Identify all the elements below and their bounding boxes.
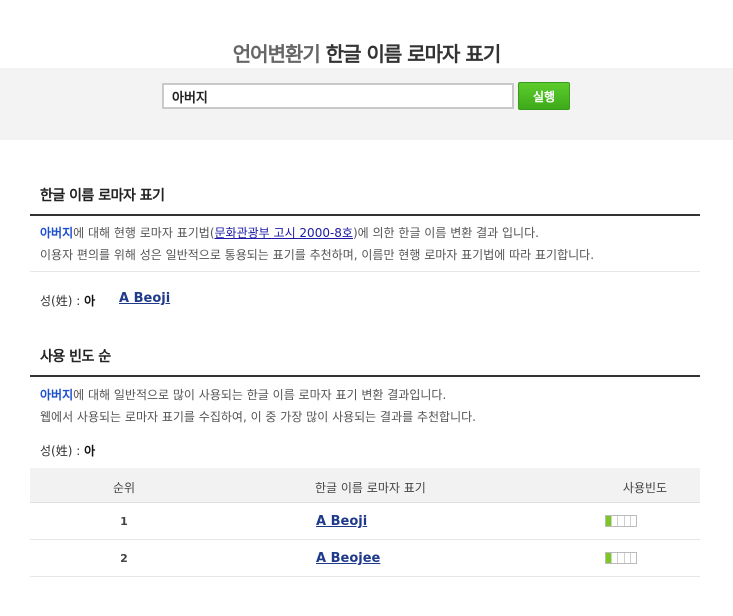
rank-cell: 1 [120, 515, 128, 528]
search-input[interactable] [162, 83, 514, 109]
section-title-frequency: 사용 빈도 순 [30, 346, 700, 377]
run-button[interactable]: 실행 [518, 82, 570, 110]
surname-label: 성(姓) : [40, 294, 85, 308]
section2-line1: 아버지에 대해 일반적으로 많이 사용되는 한글 이름 로마자 표기 변환 결과… [40, 384, 700, 406]
frequency-table: 순위 한글 이름 로마자 표기 사용빈도 1 A Beoji 2 A Beoje… [30, 468, 700, 577]
section1-line1: 아버지에 대해 현행 로마자 표기법(문화관광부 고시 2000-8호)에 의한… [40, 222, 700, 244]
section-title-romanization: 한글 이름 로마자 표기 [30, 185, 700, 216]
surname-row: 성(姓) : 아 [40, 442, 95, 459]
romanization-link[interactable]: A Beoji [316, 514, 367, 529]
regulation-link[interactable]: 문화관광부 고시 2000-8호 [215, 226, 353, 240]
table-row: 2 A Beojee [30, 540, 700, 577]
divider [30, 271, 700, 272]
frequency-bar [605, 552, 637, 564]
page-title-main: 한글 이름 로마자 표기 [325, 42, 501, 66]
section2-line2: 웹에서 사용되는 로마자 표기를 수집하여, 이 중 가장 많이 사용되는 결과… [40, 410, 476, 424]
header-rank: 순위 [112, 481, 136, 495]
section1-line2: 이용자 편의를 위해 성은 일반적으로 통용되는 표기를 추천하며, 이름만 현… [40, 248, 595, 262]
header-frequency: 사용빈도 [622, 481, 668, 495]
input-name-highlight: 아버지 [40, 226, 74, 240]
romanization-link[interactable]: A Beojee [316, 551, 380, 566]
surname-row: 성(姓) : 아 [40, 292, 95, 309]
frequency-segment [630, 516, 637, 526]
page-title: 언어변환기 한글 이름 로마자 표기 [0, 38, 733, 67]
romanization-result-link[interactable]: A Beoji [119, 291, 170, 306]
frequency-bar [605, 515, 637, 527]
section2-description: 아버지에 대해 일반적으로 많이 사용되는 한글 이름 로마자 표기 변환 결과… [30, 384, 700, 428]
surname-value: 아 [84, 294, 96, 308]
table-row: 1 A Beoji [30, 503, 700, 540]
table-header: 순위 한글 이름 로마자 표기 사용빈도 [30, 468, 700, 503]
surname-label: 성(姓) : [40, 444, 85, 458]
section1-description: 아버지에 대해 현행 로마자 표기법(문화관광부 고시 2000-8호)에 의한… [30, 222, 700, 266]
header-romanization: 한글 이름 로마자 표기 [315, 481, 426, 495]
header-area: 언어변환기 한글 이름 로마자 표기 실행 [0, 0, 733, 140]
input-name-highlight: 아버지 [40, 388, 74, 402]
name-cell: A Beoji [316, 514, 516, 529]
surname-value: 아 [84, 444, 96, 458]
section-title-text: 사용 빈도 순 [40, 349, 111, 365]
rank-cell: 2 [120, 552, 128, 565]
frequency-segment [630, 553, 637, 563]
page-title-sub: 언어변환기 [232, 42, 321, 66]
section-title-text: 한글 이름 로마자 표기 [40, 188, 165, 204]
name-cell: A Beojee [316, 551, 516, 566]
desc-text: 에 대해 일반적으로 많이 사용되는 한글 이름 로마자 표기 변환 결과입니다… [73, 388, 447, 402]
desc-text: 에 대해 현행 로마자 표기법( [73, 226, 215, 240]
desc-text: )에 의한 한글 이름 변환 결과 입니다. [352, 226, 539, 240]
